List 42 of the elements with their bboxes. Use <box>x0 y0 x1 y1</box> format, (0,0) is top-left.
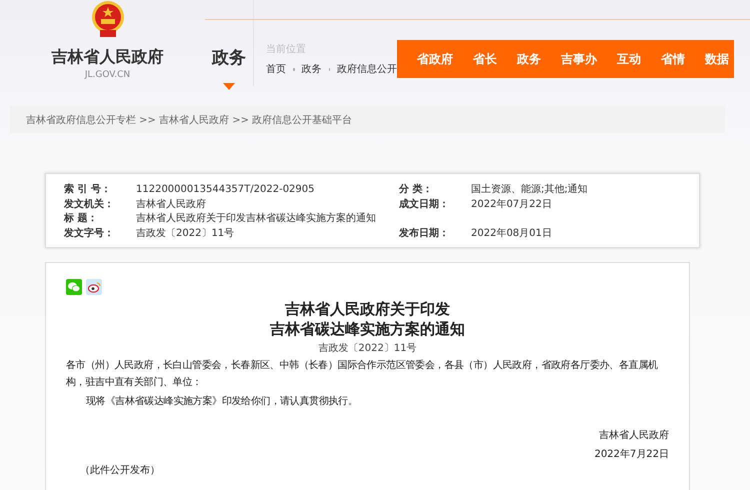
info-label: 标 题： <box>64 212 98 226</box>
article-title: 吉林省碳达峰实施方案的通知 <box>269 319 466 339</box>
section-title: 政务 <box>212 47 246 69</box>
info-value: 2022年07月22日 <box>471 198 553 212</box>
nav-item[interactable]: 政务 <box>507 50 551 68</box>
info-label: 发文字号： <box>64 226 115 240</box>
publication-note: （此件公开发布） <box>80 464 161 477</box>
nav-item[interactable]: 省政府 <box>407 50 463 68</box>
info-value: 11220000013544357T/2022-02905 <box>136 183 316 197</box>
info-label: 分 类： <box>399 183 434 197</box>
nav-item[interactable]: 省情 <box>651 50 695 68</box>
breadcrumb-text: 吉林省政府信息公开专栏 >> 吉林省人民政府 >> 政府信息公开基础平台 <box>26 114 352 126</box>
info-value: 2022年08月01日 <box>471 226 553 240</box>
info-label: 索 引 号： <box>64 183 112 197</box>
info-value: 吉林省人民政府关于印发吉林省碳达峰实施方案的通知 <box>136 212 377 226</box>
separator-dot-icon <box>328 68 330 70</box>
nav-item[interactable]: 数据 <box>695 50 739 68</box>
signature-date: 2022年7月22日 <box>594 448 669 461</box>
info-value: 吉林省人民政府 <box>136 198 207 212</box>
site-name: 吉林省人民政府 <box>52 47 164 68</box>
body-paragraph: 现将《吉林省碳达峰实施方案》印发给你们，请认真贯彻执行。 <box>85 394 359 409</box>
breadcrumb-link[interactable]: 政府信息公开 <box>337 62 397 76</box>
info-label: 发文机关： <box>64 198 115 212</box>
info-label: 发布日期： <box>399 226 450 240</box>
nav-item[interactable]: 吉事办 <box>551 50 607 68</box>
triangle-icon <box>223 83 235 90</box>
separator-dot-icon <box>293 68 294 70</box>
document-number: 吉政发〔2022〕11号 <box>317 342 418 355</box>
address-paragraph: 各市（州）人民政府，长白山管委会，长春新区、中韩（长春）国际合作示范区管委会，各县（市）人民政府，省政府各厅委办、各直属机构，驻吉中直有关部门、单位： <box>66 358 659 390</box>
article-title: 吉林省人民政府关于印发 <box>284 299 451 319</box>
location-label: 当前位置 <box>266 42 307 56</box>
info-value: 吉政发〔2022〕11号 <box>136 226 236 240</box>
weibo-icon[interactable] <box>86 279 102 295</box>
nav-item[interactable]: 互动 <box>607 50 651 68</box>
site-domain: JL.GOV.CN <box>84 70 130 80</box>
info-value: 国土资源、能源;其他;通知 <box>471 183 589 197</box>
national-emblem-icon <box>90 0 126 38</box>
breadcrumb-link[interactable]: 首页 <box>266 62 286 76</box>
signature: 吉林省人民政府 <box>599 428 669 442</box>
breadcrumb-link[interactable]: 政务 <box>302 62 322 76</box>
nav-item[interactable]: 省长 <box>463 50 507 68</box>
info-label: 成文日期： <box>399 198 450 212</box>
